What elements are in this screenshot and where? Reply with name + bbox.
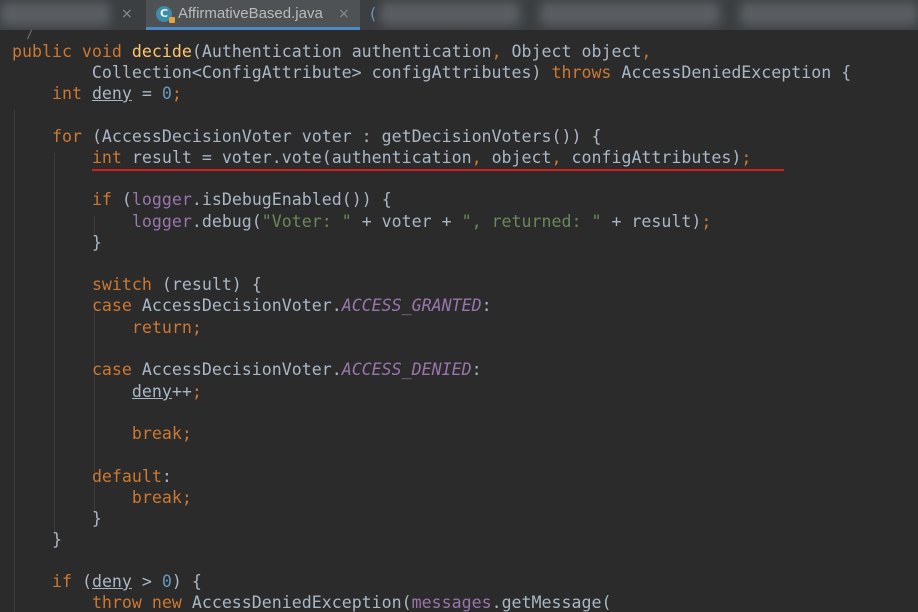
code-line-6: int result = voter.vote(authentication, … (91, 148, 752, 167)
error-underline (92, 169, 784, 171)
blurred-tab (380, 2, 520, 26)
code-line-5: for (AccessDecisionVoter voter : getDeci… (51, 127, 602, 146)
code-line-24: } (12, 530, 62, 549)
code-line-8: if (logger.isDebugEnabled()) { (91, 190, 392, 209)
code-editor[interactable]: / public void decide(Authentication auth… (0, 30, 918, 612)
close-icon[interactable]: × (338, 6, 350, 22)
editor-tab-bar: × C AffirmativeBased.java × ( (0, 0, 918, 30)
blurred-tab (740, 2, 918, 26)
code-line-10: } (12, 233, 102, 252)
blurred-tab-left (0, 2, 110, 26)
tab-label: AffirmativeBased.java (178, 5, 323, 22)
code-line-23: } (12, 509, 102, 528)
code-line-16: case AccessDecisionVoter.ACCESS_DENIED: (91, 360, 482, 379)
code-line-12: switch (result) { (91, 275, 262, 294)
code-line-19: break; (131, 424, 192, 443)
blurred-tab (540, 2, 720, 26)
next-tab-fragment[interactable]: ( (370, 4, 376, 23)
code-line-21: default: (91, 467, 172, 486)
code-line-14: return; (131, 318, 202, 337)
tab-affirmative-based[interactable]: C AffirmativeBased.java × (146, 0, 360, 30)
code-line-22: break; (131, 488, 192, 507)
code-line-17: deny++; (131, 382, 202, 401)
code-line-26: if (deny > 0) { (51, 572, 202, 591)
java-class-icon: C (156, 5, 175, 23)
code-line-27: throw new AccessDeniedException(messages… (91, 593, 612, 612)
code-line-13: case AccessDecisionVoter.ACCESS_GRANTED: (91, 296, 492, 315)
code-line-1: public void decide(Authentication authen… (12, 42, 652, 61)
code-line-2: Collection<ConfigAttribute> configAttrib… (12, 63, 852, 82)
code-line-9: logger.debug("Voter: " + voter + ", retu… (131, 212, 712, 231)
close-icon[interactable]: × (121, 6, 133, 22)
code-line-3: int deny = 0; (51, 84, 182, 103)
